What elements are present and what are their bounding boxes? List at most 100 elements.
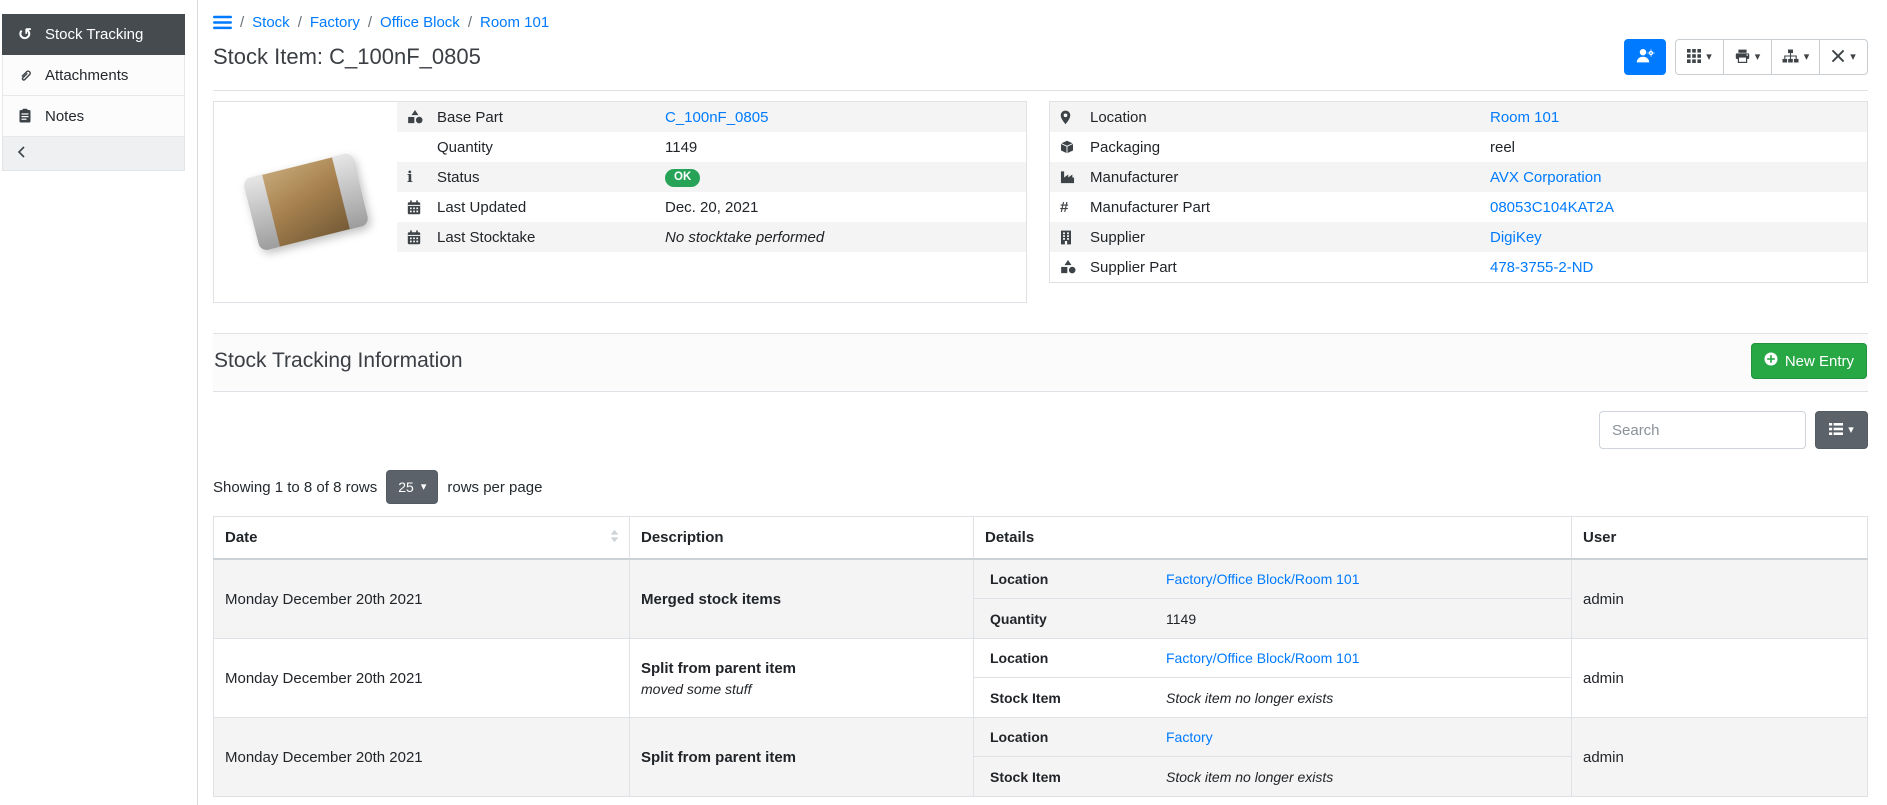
base-part-link[interactable]: C_100nF_0805 [665, 109, 768, 126]
cell-details: Location Factory/Office Block/Room 101 S… [974, 639, 1572, 718]
tools-dropdown-button[interactable]: ▾ [1819, 39, 1868, 75]
detail-line-value: 1149 [1166, 611, 1196, 627]
detail-row-supplier: Supplier DigiKey [1050, 222, 1867, 252]
detail-row-supplier-part: Supplier Part 478-3755-2-ND [1050, 252, 1867, 282]
location-link[interactable]: Room 101 [1490, 109, 1559, 126]
calendar-icon [407, 200, 437, 215]
search-input[interactable] [1599, 411, 1806, 449]
detail-line: Location Factory/Office Block/Room 101 [974, 639, 1571, 678]
column-header-description[interactable]: Description [630, 517, 974, 560]
tools-icon [1831, 49, 1845, 66]
stock-transfer-dropdown-button[interactable]: ▾ [1771, 39, 1820, 75]
column-header-date[interactable]: Date [214, 517, 630, 560]
breadcrumb-link-office-block[interactable]: Office Block [380, 14, 460, 31]
breadcrumb-link-stock[interactable]: Stock [252, 14, 290, 31]
print-dropdown-button[interactable]: ▾ [1723, 39, 1772, 75]
last-stocktake-value: No stocktake performed [665, 229, 1016, 246]
breadcrumb-separator: / [240, 14, 244, 31]
cell-user: admin [1572, 559, 1868, 639]
page-size-dropdown[interactable]: 25 ▾ [386, 470, 438, 504]
plus-circle-icon [1764, 352, 1778, 370]
location-link[interactable]: Factory/Office Block/Room 101 [1166, 650, 1359, 666]
location-link[interactable]: Factory/Office Block/Room 101 [1166, 571, 1359, 587]
item-source-panel: Location Room 101 Packaging reel Manufac… [1049, 101, 1868, 283]
new-entry-label: New Entry [1785, 353, 1854, 370]
cell-details: Location Factory Stock Item Stock item n… [974, 718, 1572, 797]
page-title: Stock Item: C_100nF_0805 [213, 44, 481, 70]
table-row[interactable]: Monday December 20th 2021 Split from par… [214, 718, 1868, 797]
cell-date: Monday December 20th 2021 [214, 559, 630, 639]
supplier-part-link[interactable]: 478-3755-2-ND [1490, 259, 1593, 276]
grid-dropdown-button[interactable]: ▾ [1675, 39, 1724, 75]
detail-row-packaging: Packaging reel [1050, 132, 1867, 162]
column-label: Description [641, 529, 724, 546]
sort-icon[interactable] [610, 529, 619, 547]
menu-icon[interactable] [213, 15, 232, 30]
part-thumbnail[interactable] [214, 102, 397, 302]
rows-per-page-label: rows per page [447, 479, 542, 496]
sidebar-item-attachments[interactable]: Attachments [2, 55, 185, 96]
sidebar-item-label: Attachments [45, 67, 128, 84]
last-updated-value: Dec. 20, 2021 [665, 199, 1016, 216]
tracking-section-header: Stock Tracking Information New Entry [213, 333, 1868, 392]
columns-dropdown-button[interactable]: ▾ [1815, 411, 1868, 449]
sitemap-icon [1782, 49, 1799, 66]
detail-label: Supplier Part [1090, 259, 1490, 276]
description-text: Split from parent item [641, 660, 962, 677]
printer-icon [1735, 49, 1750, 66]
paperclip-icon [16, 67, 34, 83]
breadcrumb-link-room-101[interactable]: Room 101 [480, 14, 549, 31]
new-entry-button[interactable]: New Entry [1751, 343, 1867, 379]
detail-line: Quantity 1149 [974, 599, 1571, 638]
sidebar-collapse-button[interactable] [2, 137, 185, 171]
manufacturer-link[interactable]: AVX Corporation [1490, 169, 1601, 186]
chevron-left-icon [16, 145, 28, 163]
breadcrumb-link-factory[interactable]: Factory [310, 14, 360, 31]
section-title: Stock Tracking Information [214, 349, 463, 373]
sidebar-item-stock-tracking[interactable]: ↺ Stock Tracking [2, 14, 185, 55]
manufacturer-part-link[interactable]: 08053C104KAT2A [1490, 199, 1614, 216]
list-icon [1829, 423, 1843, 438]
table-toolbar: ▾ [213, 411, 1868, 449]
sidebar-item-notes[interactable]: Notes [2, 96, 185, 137]
user-settings-button[interactable] [1624, 39, 1666, 75]
cell-date: Monday December 20th 2021 [214, 639, 630, 718]
calendar-icon [407, 230, 437, 245]
table-row[interactable]: Monday December 20th 2021 Split from par… [214, 639, 1868, 718]
detail-row-manufacturer-part: # Manufacturer Part 08053C104KAT2A [1050, 192, 1867, 222]
detail-label: Manufacturer [1090, 169, 1490, 186]
user-cog-icon [1636, 48, 1655, 66]
breadcrumb-separator: / [368, 14, 372, 31]
page-header: Stock Item: C_100nF_0805 ▾ [213, 39, 1868, 91]
detail-line: Location Factory/Office Block/Room 101 [974, 560, 1571, 599]
hashtag-icon: # [1060, 199, 1090, 216]
chevron-down-icon: ▾ [1706, 52, 1712, 63]
column-header-user[interactable]: User [1572, 517, 1868, 560]
column-header-details[interactable]: Details [974, 517, 1572, 560]
cell-description: Split from parent item [630, 718, 974, 797]
main-content: / Stock / Factory / Office Block / Room … [198, 0, 1887, 805]
detail-line: Location Factory [974, 718, 1571, 757]
detail-line: Stock Item Stock item no longer exists [974, 678, 1571, 717]
detail-row-base-part: Base Part C_100nF_0805 [397, 102, 1026, 132]
chevron-down-icon: ▾ [1848, 425, 1854, 436]
detail-row-status: i Status OK [397, 162, 1026, 192]
detail-row-last-updated: Last Updated Dec. 20, 2021 [397, 192, 1026, 222]
item-summary-table: Base Part C_100nF_0805 Quantity 1149 i S… [397, 102, 1026, 302]
box-icon [1060, 140, 1090, 154]
location-link[interactable]: Factory [1166, 729, 1213, 745]
detail-label: Status [437, 169, 665, 186]
breadcrumb: / Stock / Factory / Office Block / Room … [213, 0, 1868, 31]
detail-row-quantity: Quantity 1149 [397, 132, 1026, 162]
detail-line-value: Stock item no longer exists [1166, 769, 1333, 785]
app-root: ↺ Stock Tracking Attachments Notes [0, 0, 1887, 805]
detail-label: Location [1090, 109, 1490, 126]
detail-label: Base Part [437, 109, 665, 126]
table-header-row: Date Description Details User [214, 517, 1868, 560]
cell-description: Split from parent item moved some stuff [630, 639, 974, 718]
grid-icon [1687, 49, 1701, 66]
supplier-link[interactable]: DigiKey [1490, 229, 1542, 246]
detail-label: Quantity [437, 139, 665, 156]
table-row[interactable]: Monday December 20th 2021 Merged stock i… [214, 559, 1868, 639]
packaging-value: reel [1490, 139, 1857, 156]
